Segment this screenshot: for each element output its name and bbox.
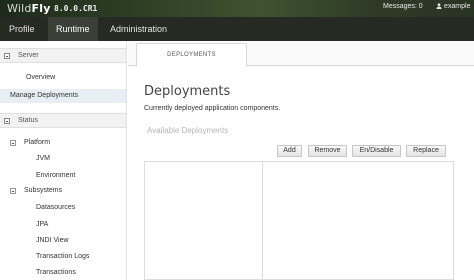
sidebar-item-overview[interactable]: Overview: [26, 74, 55, 81]
sidebar-item-jpa[interactable]: JPA: [36, 221, 48, 228]
messages-link[interactable]: Messages: 0: [383, 3, 423, 10]
user-icon: [436, 3, 442, 9]
section-status-title: Status: [18, 117, 38, 124]
collapse-icon[interactable]: [10, 188, 16, 194]
tab-runtime[interactable]: Runtime: [48, 17, 98, 41]
replace-button[interactable]: Replace: [406, 145, 446, 157]
page-title: Deployments: [144, 84, 231, 99]
sidebar-item-datasources[interactable]: Datasources: [36, 204, 75, 211]
collapse-icon[interactable]: [4, 118, 10, 124]
user-menu[interactable]: example: [436, 3, 470, 10]
page-description: Currently deployed application component…: [144, 105, 281, 112]
main-content: DEPLOYMENTS Deployments Currently deploy…: [128, 41, 474, 280]
wildfly-logo: WildFly: [7, 2, 51, 15]
add-button[interactable]: Add: [277, 145, 302, 157]
collapse-icon[interactable]: [4, 53, 10, 59]
tab-profile[interactable]: Profile: [2, 17, 42, 41]
tab-administration[interactable]: Administration: [103, 17, 174, 41]
deployments-table[interactable]: [144, 161, 454, 280]
top-header: WildFly 8.0.0.CR1 Messages: 0 example: [0, 0, 474, 17]
main-nav: Profile Runtime Administration: [0, 17, 474, 41]
section-server-title: Server: [18, 52, 39, 59]
tab-deployments[interactable]: DEPLOYMENTS: [136, 43, 247, 67]
endisable-button[interactable]: En/Disable: [352, 145, 401, 157]
logo-prefix: Wild: [7, 2, 32, 15]
sidebar-item-transactions[interactable]: Transactions: [36, 269, 76, 276]
section-status[interactable]: Status: [0, 113, 126, 128]
section-server[interactable]: Server: [0, 48, 126, 63]
tree-node-subsystems[interactable]: Subsystems: [24, 187, 62, 194]
version-label: 8.0.0.CR1: [54, 4, 98, 13]
sidebar-item-manage-deployments[interactable]: Manage Deployments: [0, 89, 126, 103]
sidebar-item-transaction-logs[interactable]: Transaction Logs: [36, 253, 89, 260]
user-name: example: [444, 3, 471, 10]
left-sidebar: Server Overview Manage Deployments Statu…: [0, 41, 127, 280]
sidebar-item-jndi-view[interactable]: JNDI View: [36, 237, 69, 244]
sidebar-item-environment[interactable]: Environment: [36, 172, 75, 179]
tree-node-platform[interactable]: Platform: [24, 139, 50, 146]
collapse-icon[interactable]: [10, 140, 16, 146]
sidebar-item-jvm[interactable]: JVM: [36, 155, 50, 162]
column-divider: [262, 162, 263, 280]
content-tabstrip: DEPLOYMENTS: [128, 41, 474, 67]
remove-button[interactable]: Remove: [308, 145, 347, 157]
logo-suffix: Fly: [31, 2, 51, 15]
available-deployments-label: Available Deployments: [147, 126, 229, 135]
